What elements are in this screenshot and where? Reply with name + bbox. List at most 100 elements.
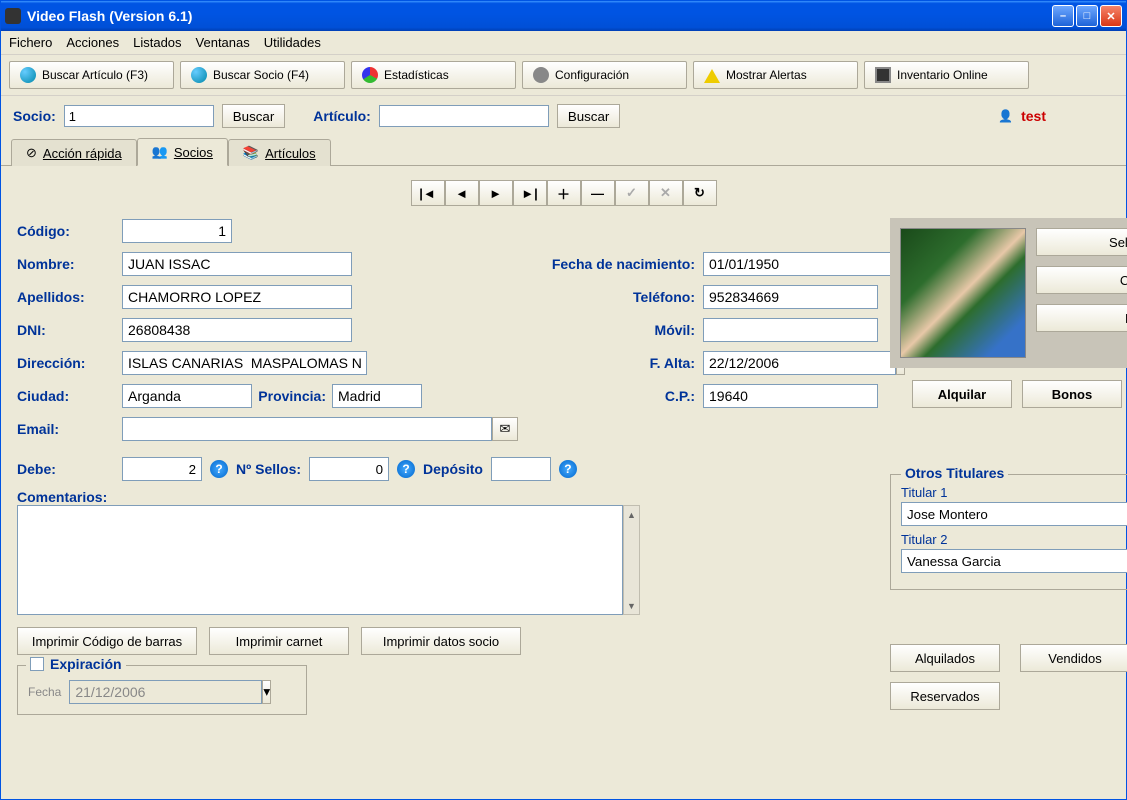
apellidos-input[interactable] [122, 285, 352, 309]
member-photo [900, 228, 1026, 358]
scrollbar[interactable]: ▲▼ [623, 505, 640, 615]
sellos-label: Nº Sellos: [236, 461, 301, 477]
alquilados-button[interactable]: Alquilados [890, 644, 1000, 672]
movil-input[interactable] [703, 318, 878, 342]
falta-label: F. Alta: [528, 355, 703, 371]
buscar-socio-button[interactable]: Buscar [222, 104, 285, 128]
camara-button[interactable]: Cámara [1036, 266, 1127, 294]
nav-ok[interactable]: ✓ [615, 180, 649, 206]
menu-utilidades[interactable]: Utilidades [264, 35, 321, 50]
nav-add[interactable]: ＋ [547, 180, 581, 206]
nombre-label: Nombre: [17, 256, 122, 272]
fnac-label: Fecha de nacimiento: [528, 256, 703, 272]
expiracion-group: Expiración Fecha ▾ [17, 665, 307, 715]
maximize-button[interactable]: □ [1076, 5, 1098, 27]
vendidos-button[interactable]: Vendidos [1020, 644, 1127, 672]
bonos-button[interactable]: Bonos [1022, 380, 1122, 408]
titular1-input[interactable] [901, 502, 1127, 526]
articulo-label: Artículo: [313, 108, 371, 124]
nav-prev[interactable]: ◄ [445, 180, 479, 206]
exp-fecha-dropdown: ▾ [262, 680, 271, 704]
nombre-input[interactable] [122, 252, 352, 276]
scroll-down-icon[interactable]: ▼ [624, 597, 639, 614]
cp-input[interactable] [703, 384, 878, 408]
chart-icon [362, 67, 378, 83]
users-icon: 👥 [152, 144, 168, 160]
help-icon[interactable]: ? [210, 460, 228, 478]
cp-label: C.P.: [528, 388, 703, 404]
tab-accion-rapida[interactable]: ⊘Acción rápida [11, 139, 137, 166]
tab-socios[interactable]: 👥Socios [137, 138, 228, 166]
seleccionar-button[interactable]: Seleccionar [1036, 228, 1127, 256]
dni-label: DNI: [17, 322, 122, 338]
exp-fecha-label: Fecha [28, 685, 61, 699]
photo-panel: Seleccionar Cámara Borrar [890, 218, 1127, 368]
deposito-label: Depósito [423, 461, 483, 477]
telefono-label: Teléfono: [528, 289, 703, 305]
expiracion-checkbox[interactable] [30, 657, 44, 671]
close-button[interactable]: ✕ [1100, 5, 1122, 27]
nav-refresh[interactable]: ↻ [683, 180, 717, 206]
window-title: Video Flash (Version 6.1) [27, 8, 1052, 24]
titular2-input[interactable] [901, 549, 1127, 573]
dni-input[interactable] [122, 318, 352, 342]
direccion-label: Dirección: [17, 355, 122, 371]
toolbar-buscar-articulo[interactable]: Buscar Artículo (F3) [9, 61, 174, 89]
menu-acciones[interactable]: Acciones [66, 35, 119, 50]
titulares-legend: Otros Titulares [901, 465, 1008, 481]
email-input[interactable] [122, 417, 492, 441]
help-icon[interactable]: ? [397, 460, 415, 478]
buscar-articulo-button[interactable]: Buscar [557, 104, 620, 128]
nav-delete[interactable]: — [581, 180, 615, 206]
minimize-button[interactable]: – [1052, 5, 1074, 27]
toolbar-alertas[interactable]: Mostrar Alertas [693, 61, 858, 89]
record-navigator: |◄ ◄ ► ►| ＋ — ✓ ✕ ↻ [17, 180, 1110, 206]
searchbar: Socio: Buscar Artículo: Buscar 👤 test [1, 96, 1126, 136]
gear-icon [533, 67, 549, 83]
sellos-input[interactable] [309, 457, 389, 481]
search-icon [20, 67, 36, 83]
nav-cancel[interactable]: ✕ [649, 180, 683, 206]
titlebar: Video Flash (Version 6.1) – □ ✕ [1, 1, 1126, 31]
imprimir-carnet-button[interactable]: Imprimir carnet [209, 627, 349, 655]
help-icon[interactable]: ? [559, 460, 577, 478]
expiracion-label: Expiración [50, 656, 122, 672]
titular1-label: Titular 1 [901, 485, 947, 500]
ciudad-input[interactable] [122, 384, 252, 408]
toolbar-buscar-socio[interactable]: Buscar Socio (F4) [180, 61, 345, 89]
current-user: test [1021, 108, 1046, 124]
nav-first[interactable]: |◄ [411, 180, 445, 206]
menu-listados[interactable]: Listados [133, 35, 181, 50]
tab-articulos[interactable]: 📚Artículos [228, 139, 331, 166]
fnac-input[interactable] [703, 252, 896, 276]
menu-fichero[interactable]: Fichero [9, 35, 52, 50]
imprimir-datos-button[interactable]: Imprimir datos socio [361, 627, 521, 655]
provincia-input[interactable] [332, 384, 422, 408]
menu-ventanas[interactable]: Ventanas [196, 35, 250, 50]
nav-last[interactable]: ►| [513, 180, 547, 206]
alquilar-button[interactable]: Alquilar [912, 380, 1012, 408]
telefono-input[interactable] [703, 285, 878, 309]
titulares-group: Otros Titulares Titular 1 Titular 2 [890, 474, 1127, 590]
codigo-input[interactable] [122, 219, 232, 243]
socio-input[interactable] [64, 105, 214, 127]
scroll-up-icon[interactable]: ▲ [624, 506, 639, 523]
borrar-button[interactable]: Borrar [1036, 304, 1127, 332]
imprimir-barras-button[interactable]: Imprimir Código de barras [17, 627, 197, 655]
debe-input[interactable] [122, 457, 202, 481]
deposito-input[interactable] [491, 457, 551, 481]
toolbar-configuracion[interactable]: Configuración [522, 61, 687, 89]
direccion-input[interactable] [122, 351, 367, 375]
socio-label: Socio: [13, 108, 56, 124]
movil-label: Móvil: [528, 322, 703, 338]
articulo-input[interactable] [379, 105, 549, 127]
falta-input[interactable] [703, 351, 896, 375]
toolbar-inventario[interactable]: Inventario Online [864, 61, 1029, 89]
comentarios-textarea[interactable] [17, 505, 623, 615]
menubar: Fichero Acciones Listados Ventanas Utili… [1, 31, 1126, 55]
bolt-icon: ⊘ [26, 145, 37, 161]
nav-next[interactable]: ► [479, 180, 513, 206]
toolbar-estadisticas[interactable]: Estadísticas [351, 61, 516, 89]
reservados-button[interactable]: Reservados [890, 682, 1000, 710]
email-button[interactable]: ✉ [492, 417, 518, 441]
